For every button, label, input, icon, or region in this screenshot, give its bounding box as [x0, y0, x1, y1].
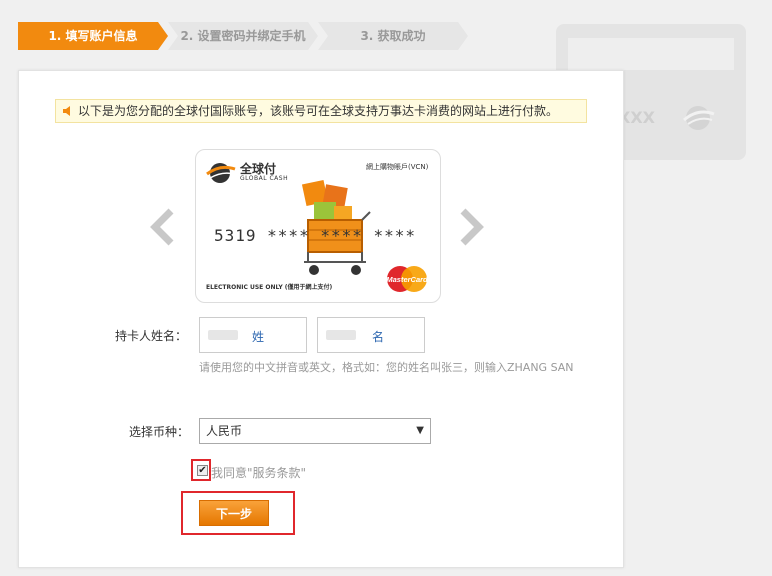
card-stripe	[568, 38, 734, 70]
currency-select[interactable]: 人民币 ▼	[199, 418, 431, 444]
surname-hint: 姓	[252, 330, 265, 344]
agree-terms-text[interactable]: 我同意"服务条款"	[211, 464, 306, 481]
vcn-label: 網上購物賬戶(VCN)	[366, 163, 429, 171]
chevron-down-icon: ▼	[416, 425, 424, 436]
given-name-input[interactable]: 名	[317, 317, 425, 353]
mastercard-text: MasterCard	[386, 275, 428, 284]
chevron-left-icon[interactable]	[149, 207, 177, 247]
step-get-success: 3. 获取成功	[318, 22, 468, 50]
mastercard-logo-icon: MasterCard	[386, 266, 428, 292]
cardholder-name-label: 持卡人姓名：	[115, 329, 188, 343]
blurred-value	[326, 330, 356, 340]
globe-logo-icon	[683, 106, 715, 130]
step-set-password: 2. 设置密码并绑定手机	[168, 22, 318, 50]
card-number: 5319 **** **** ****	[214, 226, 417, 245]
virtual-card-image: 全球付 GLOBAL CASH 網上購物賬戶(VCN) 5319 **** **…	[195, 149, 441, 303]
notice-bar: 以下是为您分配的全球付国际账号，该账号可在全球支持万事达卡消费的网站上进行付款。	[55, 99, 587, 123]
electronic-use-label: ELECTRONIC USE ONLY (僅用于網上支付)	[206, 284, 333, 291]
currency-selected-value: 人民币	[206, 424, 243, 438]
blurred-value	[208, 330, 238, 340]
account-info-panel: 以下是为您分配的全球付国际账号，该账号可在全球支持万事达卡消费的网站上进行付款。…	[18, 70, 624, 568]
notice-text: 以下是为您分配的全球付国际账号，该账号可在全球支持万事达卡消费的网站上进行付款。	[78, 104, 559, 118]
speaker-icon	[63, 106, 70, 116]
surname-input[interactable]: 姓	[199, 317, 307, 353]
global-cash-logo-icon	[206, 163, 236, 183]
agree-checkbox[interactable]: ✔	[197, 465, 208, 476]
given-name-hint: 名	[372, 330, 385, 344]
next-button[interactable]: 下一步	[199, 500, 269, 526]
currency-label: 选择币种：	[129, 425, 190, 439]
name-format-help: 请使用您的中文拼音或英文，格式如：您的姓名叫张三，则输入ZHANG SAN	[199, 361, 574, 374]
chevron-right-icon[interactable]	[457, 207, 485, 247]
step-fill-account-info: 1. 填写账户信息	[18, 22, 168, 50]
card-brand-sub: GLOBAL CASH	[240, 175, 289, 182]
